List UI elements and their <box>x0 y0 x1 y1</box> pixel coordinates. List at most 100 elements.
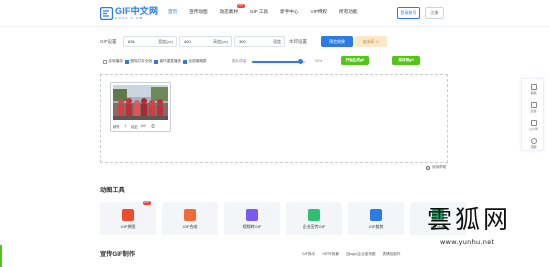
site-logo[interactable]: GIF中文网 GGUA.C OM <box>99 5 159 20</box>
side-top-label: 顶部 <box>530 145 537 149</box>
tool-icon <box>246 209 258 221</box>
logo-title: GIF中文网 <box>115 5 159 16</box>
nav-newbie[interactable]: 新手中心 <box>280 9 298 15</box>
help-link[interactable]: 使用帮助 <box>426 165 446 170</box>
speed-input[interactable]: 300 速度 <box>234 36 285 47</box>
promo-section-title: 宣传GIF制作 <box>100 251 136 258</box>
main-nav: 首页 宣传动图 动态素材 HOT GIF 工具 新手中心 VIP特权 所有功能 <box>168 4 369 15</box>
promo-links: GIF换字 GIF环背景 加logo(企业宣传图 表情包制作 <box>302 252 408 257</box>
side-service-label: 客服 <box>530 91 537 95</box>
nav-home[interactable]: 首页 <box>168 9 177 15</box>
frame-delay: 100 <box>140 124 146 128</box>
quality-label: 图片质量 <box>232 59 247 63</box>
help-icon <box>426 165 430 170</box>
tool-card[interactable]: GIF合成 <box>162 202 218 235</box>
qrcode-icon <box>530 120 537 126</box>
tool-icon <box>308 209 320 221</box>
loop-label: 循环重复播放 <box>159 59 182 63</box>
checkbox[interactable] <box>125 59 129 64</box>
reverse-option[interactable]: 反转播放 <box>103 59 123 64</box>
tool-list: GIF拼图 HOT GIF合成 视频转GIF 企业宣传GIF GIF裁剪 GIF压缩 <box>100 201 472 235</box>
promo-link[interactable]: GIF换字 <box>302 252 315 257</box>
tool-card[interactable]: 企业宣传GIF <box>286 202 342 235</box>
login-button[interactable]: 登录账号 <box>397 7 420 19</box>
frame-thumbnail[interactable]: 帧号 1 延迟 100 <box>110 82 171 132</box>
side-feedback[interactable]: 反馈 <box>522 102 545 113</box>
height-unit: 高度(px) <box>213 38 228 44</box>
quality-slider-handle[interactable] <box>298 59 304 64</box>
tool-label: 企业宣传GIF <box>302 224 326 229</box>
quality-value: 90% <box>315 59 323 63</box>
tool-label: GIF裁剪 <box>368 224 384 229</box>
watermark-text: 雲狐网 <box>427 205 512 234</box>
logo-icon <box>99 6 114 20</box>
loop-option[interactable]: 循环重复播放 <box>154 59 181 64</box>
arrow-up-icon <box>530 138 537 144</box>
frame-delay-label: 延迟 <box>131 124 138 129</box>
width-input[interactable]: 636 宽度(px) <box>123 36 177 47</box>
left-accent-bar <box>0 245 2 267</box>
nav-promo-gif[interactable]: 宣传动图 <box>189 9 207 15</box>
frame-number-label: 帧号 <box>113 124 120 129</box>
hot-badge: HOT <box>236 4 245 8</box>
preview-button[interactable]: 预览效果 <box>321 36 353 47</box>
speed-value: 300 <box>239 39 246 44</box>
checkbox[interactable] <box>154 59 158 64</box>
tools-section-title: 动图工具 <box>100 187 125 194</box>
help-label: 使用帮助 <box>432 165 447 169</box>
logo-subtitle: GGUA.C OM <box>115 15 144 20</box>
side-toolbar: 客服 反馈 公众号 顶部 <box>521 78 544 151</box>
top-header: GIF中文网 GGUA.C OM 首页 宣传动图 动态素材 HOT GIF 工具 … <box>0 0 550 27</box>
promo-link[interactable]: 加logo(企业宣传图 <box>346 252 376 257</box>
height-input[interactable]: 400 高度(px) <box>179 36 232 47</box>
checkbox[interactable] <box>103 59 107 64</box>
nav-all[interactable]: 所有功能 <box>339 9 357 15</box>
tool-icon <box>122 209 134 221</box>
nav-material-label: 动态素材 <box>219 9 238 14</box>
checkbox[interactable] <box>183 59 187 64</box>
side-top[interactable]: 顶部 <box>522 138 545 149</box>
height-value: 400 <box>184 39 191 44</box>
frame-info: 帧号 1 延迟 100 <box>113 122 169 130</box>
all-thumbs-label: 全部缩略图 <box>188 59 207 63</box>
tool-label: GIF拼图 <box>120 224 136 229</box>
promo-link[interactable]: GIF环背景 <box>322 252 339 257</box>
frame-image <box>113 85 168 120</box>
side-feedback-label: 反馈 <box>530 109 537 113</box>
width-unit: 宽度(px) <box>158 38 173 44</box>
all-thumbs-option[interactable]: 全部缩略图 <box>183 59 206 64</box>
speed-unit: 速度 <box>273 38 281 44</box>
save-gif-button[interactable]: 保存到gif <box>392 56 420 65</box>
promo-link[interactable]: 表情包制作 <box>383 252 401 257</box>
watermark-url: www.yunhu.net <box>440 238 495 246</box>
quality-slider[interactable] <box>252 59 306 64</box>
remove-frame-option[interactable]: 删除并补全帧 <box>125 59 152 64</box>
delete-frame-icon[interactable] <box>151 123 155 129</box>
remove-watermark-button[interactable]: 去水印 ☆ <box>355 36 387 47</box>
tool-card[interactable]: 视频转GIF <box>224 202 280 235</box>
reverse-label: 反转播放 <box>108 59 123 63</box>
quality-slider-fill <box>252 61 301 63</box>
tool-label: GIF合成 <box>182 224 198 229</box>
register-button[interactable]: 注册 <box>425 7 444 19</box>
watermark-settings-link[interactable]: 水印设置 <box>289 39 307 45</box>
side-wechat-label: 公众号 <box>528 127 538 131</box>
gif-settings-label: GIF设置 <box>100 39 117 44</box>
tool-card[interactable]: GIF拼图 HOT <box>100 201 156 235</box>
remove-frame-label: 删除并补全帧 <box>130 59 153 63</box>
tool-icon <box>370 209 382 221</box>
width-value: 636 <box>128 39 135 44</box>
edit-icon <box>530 102 537 108</box>
tool-label: 视频转GIF <box>242 224 262 229</box>
nav-vip[interactable]: VIP特权 <box>311 9 328 15</box>
tool-card[interactable]: GIF裁剪 <box>348 202 404 235</box>
side-wechat[interactable]: 公众号 <box>522 120 545 131</box>
nav-material[interactable]: 动态素材 HOT <box>219 4 245 15</box>
side-service[interactable]: 客服 <box>522 84 545 95</box>
generate-gif-button[interactable]: 开始生成gif <box>341 56 369 65</box>
nav-gif-tools[interactable]: GIF 工具 <box>250 9 268 15</box>
frame-number: 1 <box>124 124 127 128</box>
headset-icon <box>530 84 537 90</box>
hot-badge: HOT <box>142 201 151 205</box>
tool-icon <box>184 209 196 221</box>
